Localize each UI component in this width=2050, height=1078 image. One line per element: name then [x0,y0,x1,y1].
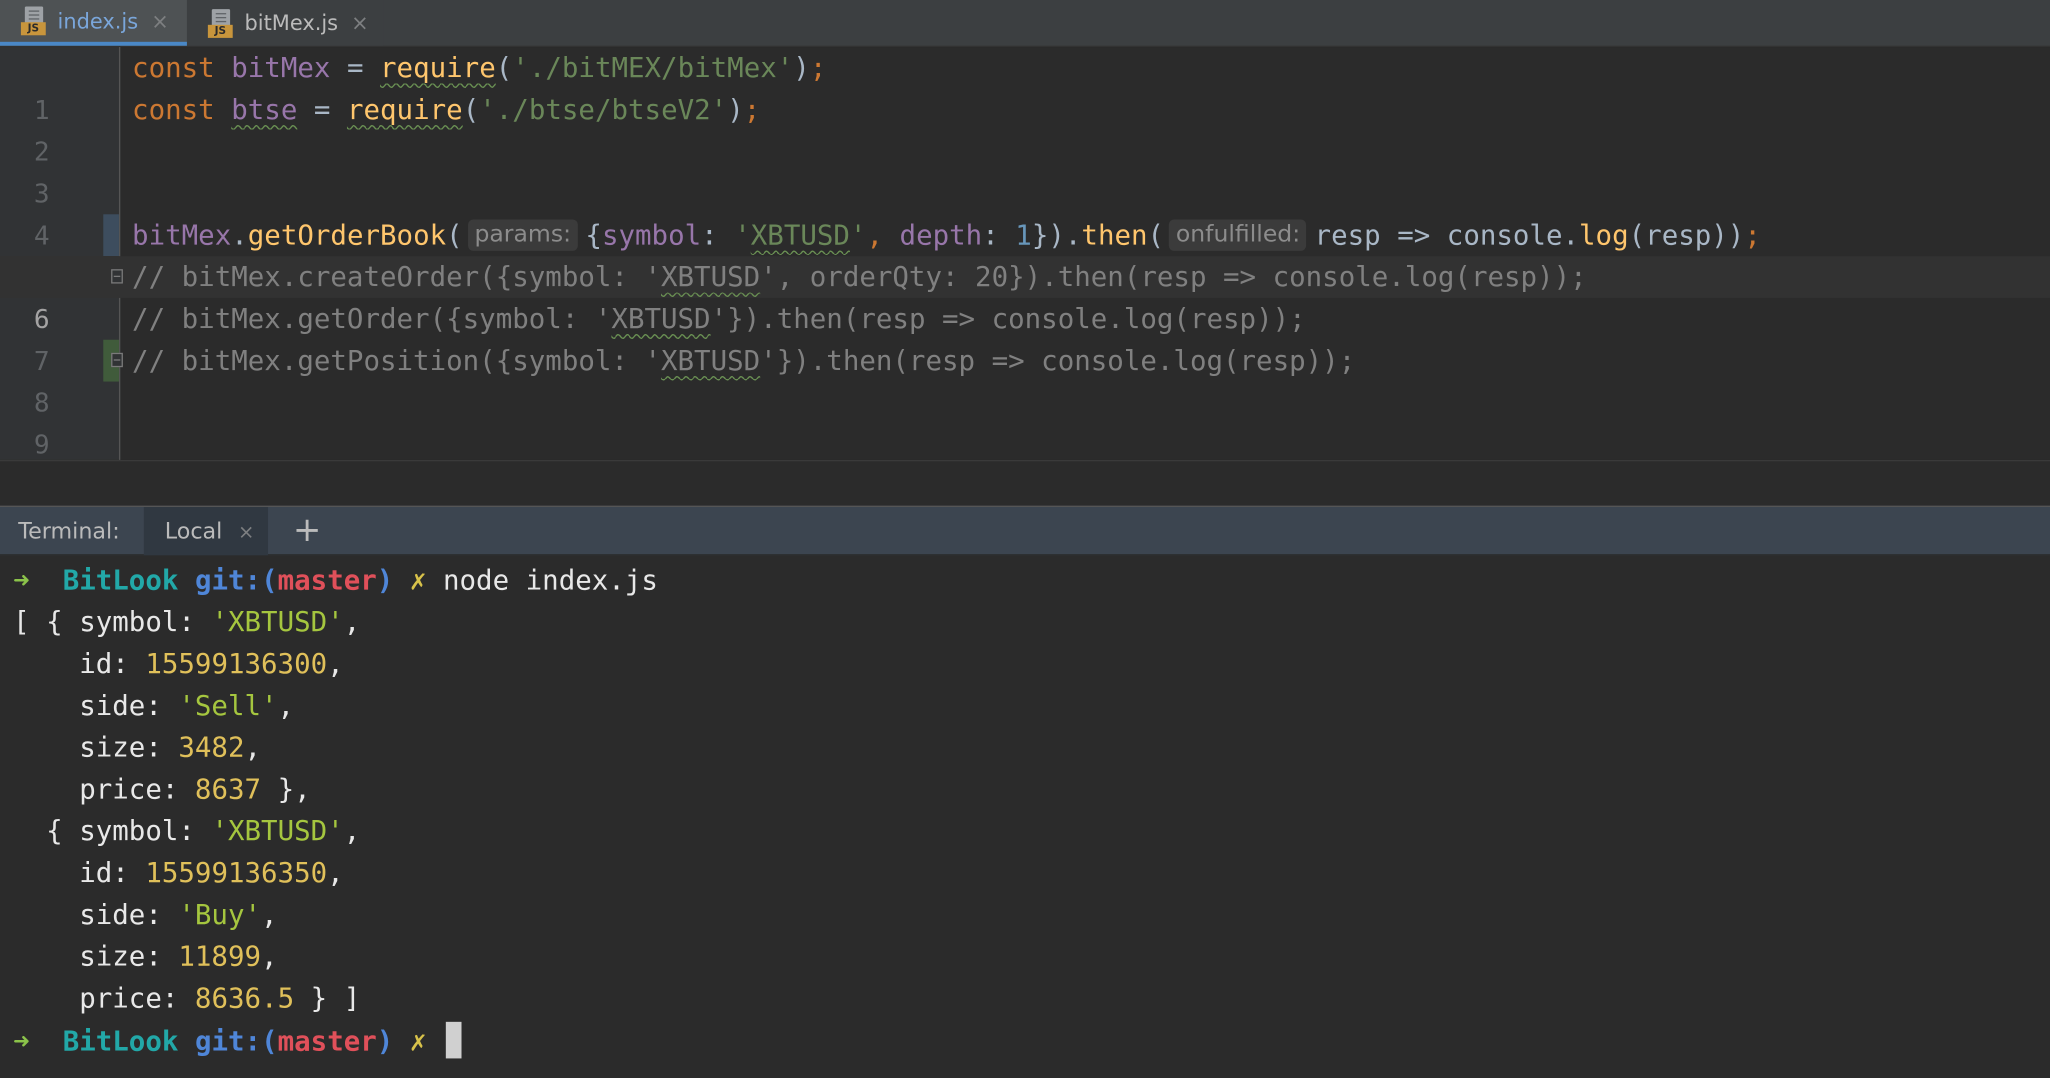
terminal-output-line: id: 15599136350, [79,857,344,889]
terminal-tab-label: Local [164,518,223,545]
tab-bitmex-js[interactable]: JS bitMex.js × [186,0,384,46]
tab-label: index.js [57,8,139,34]
close-icon[interactable]: × [238,507,254,557]
code-line[interactable]: 3 [0,131,2050,209]
terminal-prompt-line: ➜ BitLook git:(master) ✗ node index.js [13,564,658,596]
parameter-hint: params: [467,219,578,251]
terminal-output-line: { symbol: 'XBTUSD', [13,815,361,847]
tab-index-js[interactable]: JS index.js × [0,0,187,46]
tab-label: bitMex.js [244,10,339,36]
javascript-file-icon: JS [207,8,234,38]
terminal-tab-local[interactable]: Local × [143,506,269,557]
close-icon[interactable]: × [151,8,169,33]
terminal-output-line: price: 8637 }, [79,773,311,805]
code-line[interactable]: 1 const bitMex = require('./bitMEX/bitMe… [0,47,2050,125]
terminal-output-line: price: 8636.5 } ] [79,982,361,1014]
ide-window: JS index.js × JS bitMex.js × 1 const bit… [0,0,2050,1078]
terminal-output[interactable]: ➜ BitLook git:(master) ✗ node index.js [… [0,555,2050,1078]
code-editor[interactable]: 1 const bitMex = require('./bitMEX/bitMe… [0,47,2050,502]
prompt-arrow-icon: ➜ [13,1025,30,1058]
panel-splitter[interactable] [0,459,2050,506]
command-text: node index.js [442,564,658,596]
code-line[interactable]: 10 [0,423,2050,501]
terminal-output-line: id: 15599136300, [79,648,344,680]
terminal-toolbar: Terminal: Local × + [0,505,2050,557]
editor-tab-bar: JS index.js × JS bitMex.js × [0,0,2050,48]
dirty-status-icon: ✗ [409,1025,427,1058]
terminal-output-line: size: 3482, [79,731,262,764]
code-line[interactable]: 5 bitMex.getOrderBook(params:{symbol: 'X… [0,214,2050,293]
code-line[interactable]: 7 // bitMex.getOrder({symbol: 'XBTUSD'})… [0,298,2050,376]
terminal-output-line: size: 11899, [79,940,278,973]
dirty-status-icon: ✗ [409,564,427,596]
code-line-current[interactable]: 6 // bitMex.createOrder({symbol: 'XBTUSD… [0,256,2050,335]
code-line[interactable]: 2 const btse = require('./btse/btseV2'); [0,89,2050,167]
close-icon[interactable]: × [351,10,369,35]
terminal-output-line: side: 'Sell', [79,689,295,722]
terminal-title: Terminal: [18,518,120,545]
terminal-output-line: [ { symbol: 'XBTUSD', [13,606,361,638]
terminal-prompt-line[interactable]: ➜ BitLook git:(master) ✗ [13,1021,462,1063]
prompt-arrow-icon: ➜ [13,564,30,596]
fold-toggle-icon[interactable] [111,352,123,368]
javascript-file-icon: JS [20,6,47,36]
fold-toggle-icon[interactable] [111,269,123,284]
add-terminal-icon[interactable]: + [293,507,321,554]
terminal-output-line: side: 'Buy', [79,899,278,931]
code-line[interactable]: 4 [0,172,2050,251]
code-line[interactable]: 9 [0,382,2050,460]
terminal-cursor [445,1021,462,1059]
parameter-hint: onfulfilled: [1169,219,1307,251]
code-line[interactable]: 8 // bitMex.getPosition({symbol: 'XBTUSD… [0,340,2050,418]
